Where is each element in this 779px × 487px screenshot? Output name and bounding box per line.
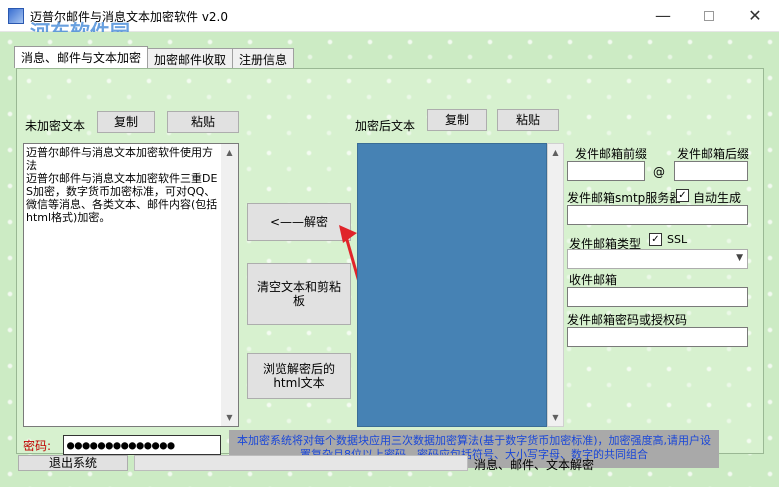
plain-copy-button[interactable]: 复制 — [97, 111, 155, 133]
ssl-checkbox[interactable]: ✓ — [649, 233, 662, 246]
minimize-button[interactable]: — — [640, 0, 686, 31]
browse-html-button[interactable]: 浏览解密后的html文本 — [247, 353, 351, 399]
sender-prefix-label: 发件邮箱前缀 — [575, 147, 648, 161]
recipient-label: 收件邮箱 — [569, 273, 618, 287]
plain-text-scrollbar[interactable]: ▲ ▼ — [221, 144, 238, 426]
chevron-down-icon: ▼ — [736, 253, 743, 263]
scroll-up-icon[interactable]: ▲ — [548, 144, 563, 161]
encrypt-panel: 未加密文本 复制 粘贴 迈普尔邮件与消息文本加密软件使用方法 迈普尔邮件与消息文… — [16, 68, 764, 468]
exit-button[interactable]: 退出系统 — [18, 455, 128, 471]
plain-text-label: 未加密文本 — [25, 119, 86, 133]
encrypted-text-area[interactable] — [357, 143, 547, 427]
plain-text-content: 迈普尔邮件与消息文本加密软件使用方法 迈普尔邮件与消息文本加密软件三重DES加密… — [26, 146, 218, 224]
ssl-label: SSL — [667, 233, 688, 246]
at-sign: @ — [653, 165, 665, 179]
encrypted-text-scrollbar[interactable]: ▲ ▼ — [547, 143, 564, 427]
mail-type-select[interactable]: ▼ — [567, 249, 748, 269]
smtp-server-input[interactable] — [567, 205, 748, 225]
progress-bar — [134, 455, 468, 471]
mail-password-label: 发件邮箱密码或授权码 — [567, 313, 688, 327]
scroll-down-icon[interactable]: ▼ — [548, 409, 563, 426]
maximize-icon — [704, 10, 714, 21]
recipient-input[interactable] — [567, 287, 748, 307]
smtp-server-label: 发件邮箱smtp服务器 — [567, 191, 682, 205]
scroll-up-icon[interactable]: ▲ — [221, 144, 238, 161]
tab-mail-receive[interactable]: 加密邮件收取 — [147, 48, 234, 68]
window-title: 迈普尔邮件与消息文本加密软件 v2.0 — [30, 10, 229, 24]
mail-password-input[interactable] — [567, 327, 748, 347]
tab-strip: 消息、邮件与文本加密 加密邮件收取 注册信息 — [14, 46, 295, 68]
auto-generate-checkbox[interactable]: ✓ — [676, 189, 689, 202]
encrypted-paste-button[interactable]: 粘贴 — [497, 109, 559, 131]
title-bar: 迈普尔邮件与消息文本加密软件 v2.0 — ✕ — [0, 0, 779, 32]
tab-registration[interactable]: 注册信息 — [232, 48, 295, 68]
encrypted-text-label: 加密后文本 — [355, 119, 416, 133]
status-text: 消息、邮件、文本解密 — [474, 458, 595, 472]
password-input[interactable]: ●●●●●●●●●●●●●● — [63, 435, 221, 455]
auto-generate-label: 自动生成 — [693, 191, 742, 205]
client-area: 消息、邮件与文本加密 加密邮件收取 注册信息 未加密文本 复制 粘贴 迈普尔邮件… — [0, 32, 779, 487]
status-bar: 退出系统 消息、邮件、文本解密 — [18, 455, 766, 473]
tab-encrypt[interactable]: 消息、邮件与文本加密 — [14, 46, 149, 68]
sender-prefix-input[interactable] — [567, 161, 645, 181]
close-button[interactable]: ✕ — [732, 0, 778, 31]
sender-suffix-label: 发件邮箱后缀 — [677, 147, 750, 161]
plain-paste-button[interactable]: 粘贴 — [167, 111, 239, 133]
password-label: 密码: — [23, 439, 52, 453]
scroll-down-icon[interactable]: ▼ — [221, 409, 238, 426]
encrypted-text-content — [358, 144, 546, 148]
maximize-button[interactable] — [686, 0, 732, 31]
encrypted-copy-button[interactable]: 复制 — [427, 109, 487, 131]
plain-text-area[interactable]: 迈普尔邮件与消息文本加密软件使用方法 迈普尔邮件与消息文本加密软件三重DES加密… — [23, 143, 239, 427]
app-icon — [8, 8, 24, 24]
sender-suffix-input[interactable] — [674, 161, 748, 181]
